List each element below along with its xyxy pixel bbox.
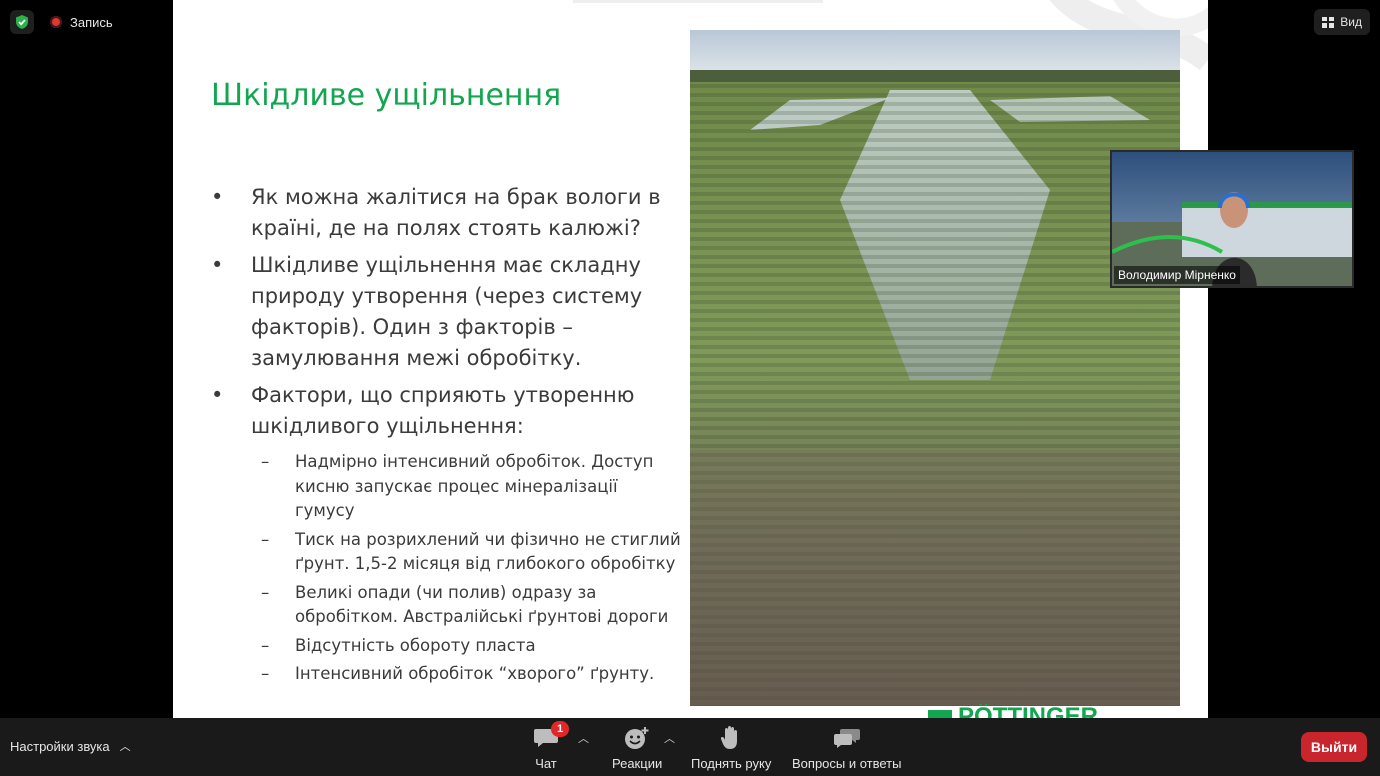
- shared-slide: Шкідливе ущільнення Як можна жалітися на…: [173, 0, 1208, 718]
- view-button[interactable]: Вид: [1314, 9, 1370, 35]
- slide-divider: [573, 0, 823, 3]
- participant-name: Володимир Мірненко: [1114, 266, 1240, 284]
- logo-text: PÖTTINGER: [958, 704, 1098, 718]
- sub-bullet-item: Відсутність обороту пласта: [261, 634, 681, 659]
- meeting-toolbar: [0, 718, 1380, 776]
- chevron-up-icon: ︿: [119, 741, 131, 753]
- pottinger-logo: PÖTTINGER: [928, 700, 1178, 718]
- record-dot-icon: [50, 16, 62, 28]
- pottinger-logo-icon: PÖTTINGER: [928, 704, 1098, 718]
- bullet-item: Фактори, що сприяють утворенню шкідливог…: [211, 380, 681, 442]
- shield-check-icon: [16, 15, 28, 29]
- chat-options-chevron-icon[interactable]: ︿: [578, 730, 589, 746]
- grid-view-icon: [1322, 16, 1335, 28]
- qa-bubbles-icon: [833, 724, 861, 752]
- bullet-list: Як можна жалітися на брак вологи в країн…: [211, 182, 681, 691]
- bullet-item: Шкідливе ущільнення має складну природу …: [211, 250, 681, 374]
- raise-hand-button[interactable]: Поднять руку: [691, 724, 771, 771]
- chat-label: Чат: [535, 756, 557, 771]
- sub-bullet-item: Великі опади (чи полив) одразу за обробі…: [261, 581, 681, 630]
- view-label: Вид: [1340, 15, 1362, 29]
- security-shield-icon[interactable]: [10, 10, 34, 34]
- leave-button[interactable]: Выйти: [1301, 732, 1367, 762]
- qa-label: Вопросы и ответы: [792, 756, 902, 771]
- zoom-window: Запись Вид Шкідливе ущільнення Як можна …: [0, 0, 1380, 776]
- recording-indicator[interactable]: Запись: [44, 10, 119, 34]
- reactions-label: Реакции: [612, 756, 663, 771]
- sub-bullet-item: Інтенсивний обробіток “хворого” ґрунту.: [261, 662, 681, 687]
- qa-button[interactable]: Вопросы и ответы: [792, 724, 901, 771]
- chat-unread-badge: 1: [551, 721, 569, 737]
- smiley-plus-icon: [624, 724, 650, 752]
- field-photo: [690, 30, 1180, 706]
- record-label: Запись: [70, 14, 113, 30]
- slide-title: Шкідливе ущільнення: [211, 78, 562, 113]
- bullet-item: Як можна жалітися на брак вологи в країн…: [211, 182, 681, 244]
- sub-bullet-list: Надмірно інтенсивний обробіток. Доступ к…: [261, 450, 681, 687]
- raise-hand-label: Поднять руку: [691, 756, 772, 771]
- audio-settings-button[interactable]: Настройки звука ︿: [10, 738, 131, 754]
- participant-video-tile[interactable]: Володимир Мірненко: [1110, 150, 1354, 288]
- hand-icon: [720, 724, 742, 752]
- waterlogged-field-image: [690, 30, 1180, 706]
- sub-bullet-item: Надмірно інтенсивний обробіток. Доступ к…: [261, 450, 681, 524]
- reactions-button[interactable]: Реакции: [612, 724, 662, 771]
- audio-settings-label: Настройки звука: [10, 738, 110, 754]
- sub-bullet-item: Тиск на розрихлений чи фізично не стигли…: [261, 528, 681, 577]
- reactions-options-chevron-icon[interactable]: ︿: [664, 730, 675, 746]
